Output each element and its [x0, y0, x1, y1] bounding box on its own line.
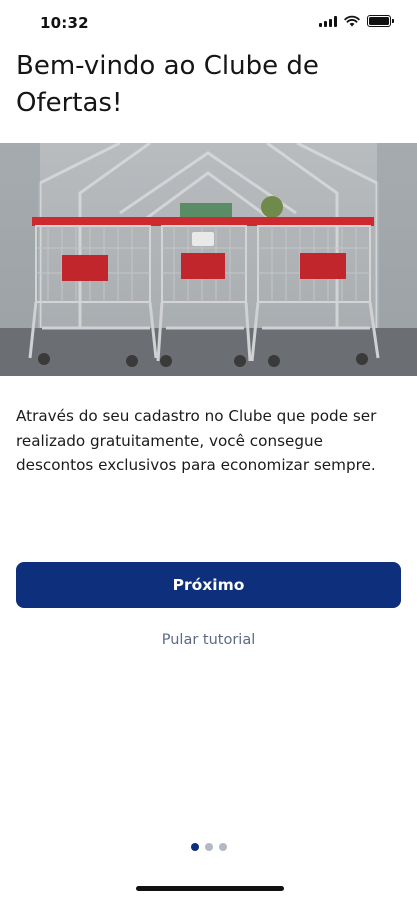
page-dot-3 — [218, 843, 227, 851]
page-indicator — [0, 843, 417, 851]
wifi-icon — [344, 15, 360, 27]
status-icons — [319, 15, 394, 27]
status-bar: 10:32 — [0, 0, 417, 44]
status-time: 10:32 — [40, 14, 89, 32]
page-dot-1 — [190, 843, 199, 851]
signal-icon — [319, 15, 337, 27]
onboarding-description: Através do seu cadastro no Clube que pod… — [16, 407, 377, 474]
skip-tutorial-link[interactable]: Pular tutorial — [0, 632, 417, 648]
battery-icon — [367, 15, 394, 27]
hero-image — [0, 143, 417, 376]
page-title: Bem-vindo ao Clube de Ofertas! — [16, 51, 319, 118]
home-indicator — [136, 886, 284, 891]
page-dot-2 — [204, 843, 213, 851]
next-button[interactable]: Próximo — [16, 562, 401, 608]
shopping-carts-illustration — [0, 143, 417, 376]
